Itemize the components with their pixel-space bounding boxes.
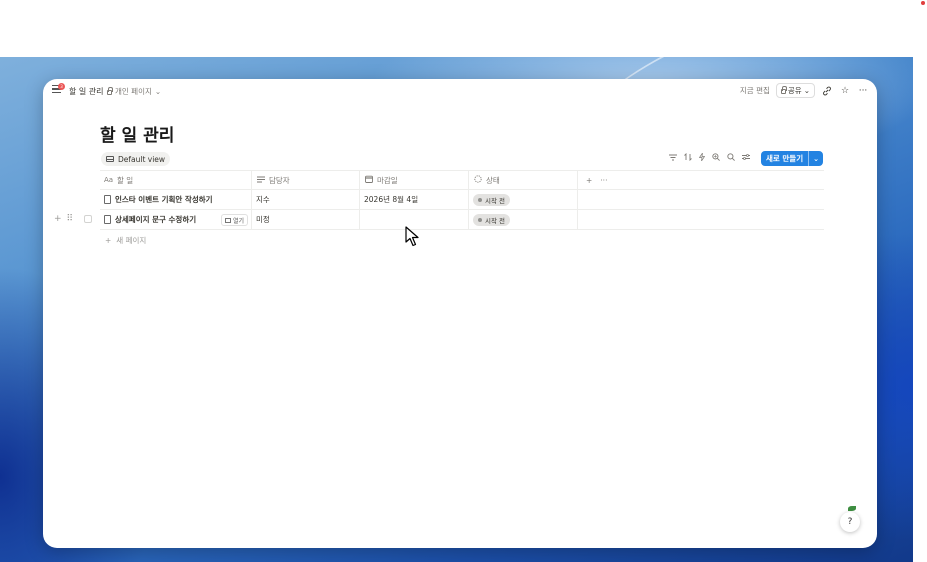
cell-status[interactable]: 시작 전 (469, 190, 578, 209)
table-row[interactable]: 상세페이지 문구 수정하기 열기 미정 시작 전 (100, 210, 824, 230)
column-header-name[interactable]: Aa 할 일 (100, 171, 252, 189)
due-value: 2026년 8월 4일 (364, 195, 419, 204)
corner-indicator-dot (921, 1, 925, 5)
lock-icon (107, 87, 113, 95)
column-header-label: 마감일 (377, 175, 398, 185)
view-tab-label: Default view (118, 154, 166, 164)
notion-window: 3 할 일 관리 개인 페이지 ⌄ 지금 편집 공유 ⌄ ☆ ··· 할 일 관… (43, 79, 877, 548)
chevron-down-icon[interactable]: ⌄ (808, 151, 823, 166)
table-icon (106, 156, 114, 162)
page-title: 할 일 관리 (100, 126, 175, 146)
privacy-label: 개인 페이지 (115, 87, 152, 96)
link-icon[interactable] (821, 85, 833, 97)
star-icon[interactable]: ☆ (839, 85, 851, 97)
cell-empty (578, 210, 824, 229)
open-label: 열기 (232, 217, 244, 225)
cell-status[interactable]: 시작 전 (469, 210, 578, 229)
breadcrumb-page-title[interactable]: 할 일 관리 (69, 86, 104, 97)
more-options-icon[interactable]: ··· (600, 176, 607, 185)
plus-icon: + (105, 235, 112, 245)
open-page-button[interactable]: 열기 (220, 214, 248, 226)
assignee-value: 지수 (256, 195, 270, 204)
row-checkbox[interactable] (84, 215, 93, 223)
help-button[interactable]: ? (840, 512, 860, 532)
more-options-icon[interactable]: ··· (857, 85, 869, 97)
breadcrumb-privacy[interactable]: 개인 페이지 ⌄ (107, 86, 161, 97)
ai-search-icon[interactable] (712, 153, 720, 163)
status-spinner-icon (473, 175, 482, 185)
lock-icon (780, 86, 787, 94)
search-icon[interactable] (727, 153, 735, 163)
cell-assignee[interactable]: 지수 (252, 190, 360, 209)
status-label: 시작 전 (485, 196, 506, 205)
topbar-actions: 지금 편집 공유 ⌄ ☆ ··· (740, 83, 869, 98)
cell-assignee[interactable]: 미정 (252, 210, 360, 229)
column-header-actions: + ··· (578, 171, 824, 189)
row-title: 인스타 이벤트 기획안 작성하기 (115, 195, 213, 204)
database-table: Aa 할 일 담당자 마감일 상태 + ··· 인스타 이벤트 기획안 작성하기… (100, 170, 824, 250)
column-header-label: 상태 (486, 175, 500, 185)
drag-handle-icon[interactable]: ⠿ (67, 214, 74, 224)
top-bar: 3 할 일 관리 개인 페이지 ⌄ 지금 편집 공유 ⌄ ☆ ··· (43, 79, 877, 103)
column-header-assignee[interactable]: 담당자 (252, 171, 360, 189)
edited-status: 지금 편집 (739, 86, 770, 95)
cell-due[interactable]: 2026년 8월 4일 (360, 190, 469, 209)
question-mark-icon: ? (847, 517, 853, 527)
chevron-down-icon: ⌄ (803, 86, 810, 95)
status-dot-icon (478, 197, 482, 202)
sort-icon[interactable] (684, 152, 692, 163)
row-title: 상세페이지 문구 수정하기 (115, 215, 197, 224)
column-header-due[interactable]: 마감일 (360, 171, 469, 189)
column-header-status[interactable]: 상태 (469, 171, 578, 189)
status-badge: 시작 전 (473, 193, 511, 206)
new-item-button[interactable]: 새로 만들기 ⌄ (761, 151, 823, 166)
cell-empty (578, 190, 824, 209)
new-page-row[interactable]: + 새 페이지 (100, 230, 824, 250)
notification-badge: 3 (58, 83, 65, 90)
text-type-icon: Aa (104, 176, 114, 184)
table-header: Aa 할 일 담당자 마감일 상태 + ··· (100, 170, 824, 190)
share-label: 공유 (787, 86, 802, 95)
status-badge: 시작 전 (473, 213, 511, 226)
add-property-icon[interactable]: + (586, 176, 592, 185)
settings-sliders-icon[interactable] (742, 153, 750, 163)
filter-icon[interactable] (669, 154, 677, 163)
chevron-down-icon: ⌄ (154, 87, 162, 96)
row-controls: + ⠿ (54, 214, 93, 224)
column-header-label: 담당자 (269, 175, 290, 185)
cell-name[interactable]: 상세페이지 문구 수정하기 열기 (100, 210, 252, 229)
page-icon (104, 215, 111, 224)
new-page-label: 새 페이지 (116, 235, 147, 245)
mouse-cursor-icon (405, 226, 419, 247)
new-item-label: 새로 만들기 (766, 154, 804, 163)
status-label: 시작 전 (485, 216, 506, 225)
table-row[interactable]: 인스타 이벤트 기획안 작성하기 지수 2026년 8월 4일 시작 전 (100, 190, 824, 210)
add-row-plus-icon[interactable]: + (54, 214, 62, 224)
column-header-label: 할 일 (117, 175, 134, 185)
automation-bolt-icon[interactable] (698, 152, 706, 163)
share-button[interactable]: 공유 ⌄ (775, 83, 815, 98)
lines-icon (256, 176, 265, 185)
cell-name[interactable]: 인스타 이벤트 기획안 작성하기 (100, 190, 252, 209)
leaf-icon (848, 506, 856, 511)
status-dot-icon (478, 217, 482, 222)
view-toolbar (669, 152, 750, 163)
page-icon (104, 195, 111, 204)
calendar-icon (364, 175, 373, 185)
tab-default-view[interactable]: Default view (101, 152, 171, 166)
assignee-value: 미정 (256, 215, 270, 224)
side-peek-icon (224, 217, 231, 223)
